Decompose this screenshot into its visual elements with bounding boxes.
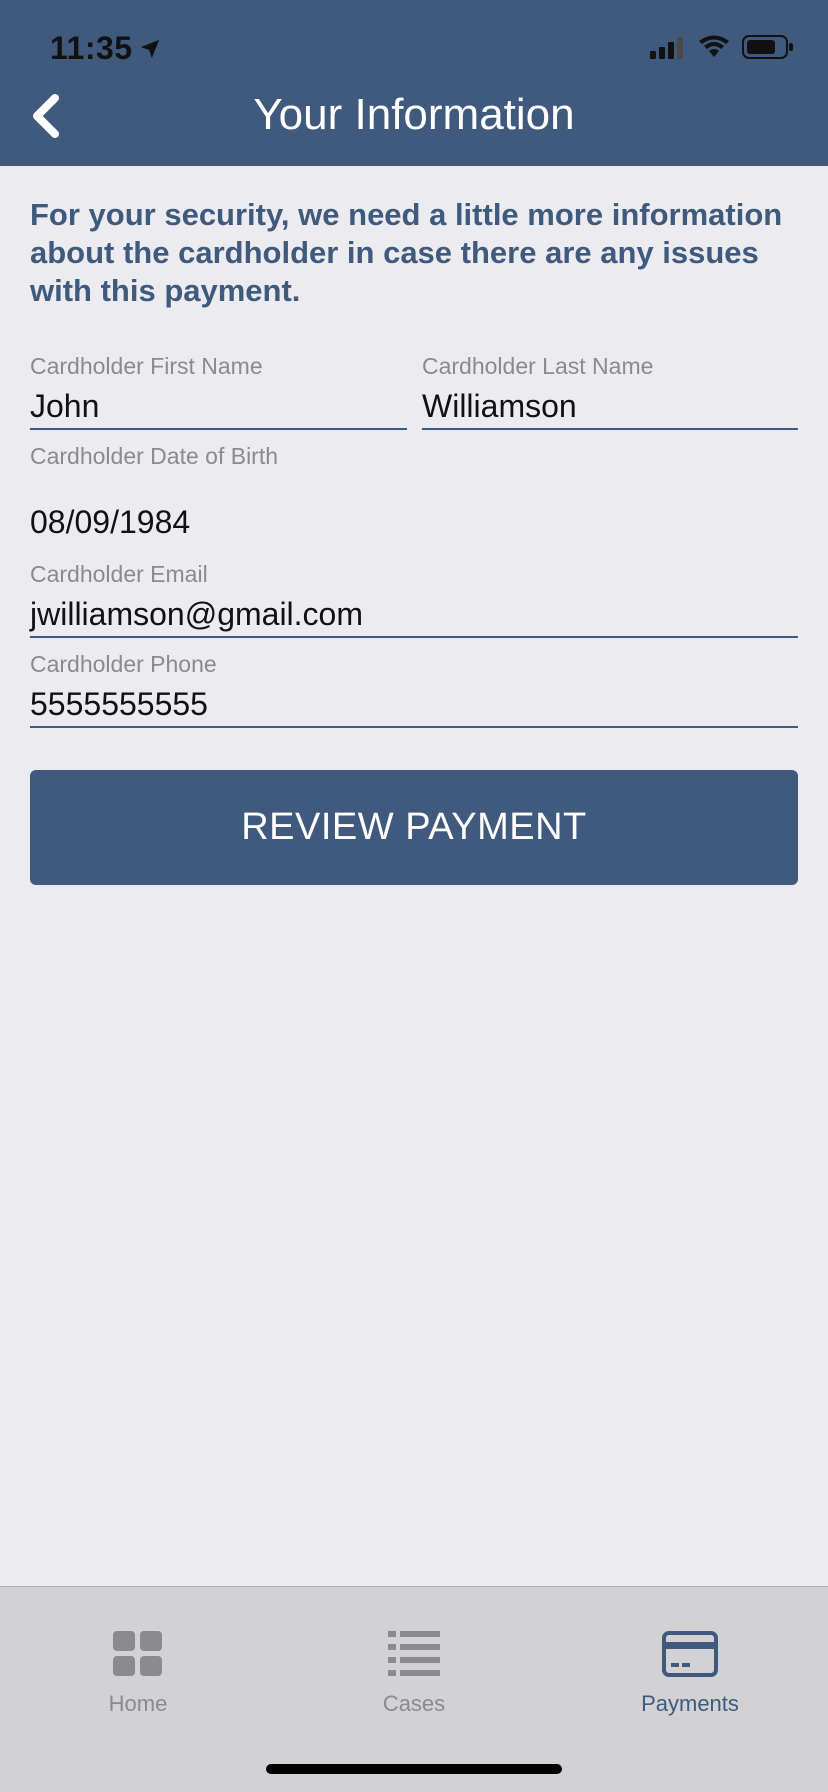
first-name-label: Cardholder First Name <box>30 353 263 379</box>
dob-input[interactable]: 08/09/1984 <box>30 502 798 544</box>
last-name-label: Cardholder Last Name <box>422 353 654 379</box>
last-name-field[interactable]: Cardholder Last Name Williamson <box>422 352 798 430</box>
email-label: Cardholder Email <box>30 561 208 587</box>
security-intro-text: For your security, we need a little more… <box>30 197 783 308</box>
first-name-field[interactable]: Cardholder First Name John <box>30 352 407 430</box>
status-time: 11:35 <box>50 30 161 67</box>
list-icon <box>388 1631 440 1676</box>
status-time-text: 11:35 <box>50 30 133 66</box>
phone-input[interactable]: 5555555555 <box>30 684 798 726</box>
credit-card-icon <box>662 1631 718 1677</box>
battery-icon <box>742 35 793 59</box>
wifi-icon <box>699 35 729 57</box>
tab-payments[interactable]: Payments <box>590 1631 790 1741</box>
last-name-underline <box>422 428 798 430</box>
phone-underline <box>30 726 798 728</box>
home-indicator <box>266 1764 562 1774</box>
screen: 11:35 Your Information For your security… <box>0 0 828 1792</box>
tab-home[interactable]: Home <box>38 1631 238 1741</box>
phone-field[interactable]: Cardholder Phone 5555555555 <box>30 650 798 728</box>
tab-cases-label: Cases <box>382 1691 446 1716</box>
email-underline <box>30 636 798 638</box>
grid-icon <box>113 1631 162 1676</box>
header-bar: 11:35 Your Information <box>0 0 828 166</box>
dob-field[interactable]: Cardholder Date of Birth 08/09/1984 <box>30 442 798 544</box>
tab-bar: Home Cases Payments <box>0 1586 828 1792</box>
phone-label: Cardholder Phone <box>30 651 217 677</box>
first-name-underline <box>30 428 407 430</box>
tab-payments-label: Payments <box>641 1691 739 1716</box>
email-input[interactable]: jwilliamson@gmail.com <box>30 594 798 636</box>
cellular-signal-icon <box>650 37 683 59</box>
first-name-input[interactable]: John <box>30 386 407 428</box>
tab-cases[interactable]: Cases <box>314 1631 514 1741</box>
location-arrow-icon <box>140 39 159 58</box>
tab-home-label: Home <box>108 1691 168 1716</box>
email-field[interactable]: Cardholder Email jwilliamson@gmail.com <box>30 560 798 638</box>
dob-label: Cardholder Date of Birth <box>30 443 279 469</box>
status-icons <box>650 34 794 60</box>
review-payment-button[interactable]: REVIEW PAYMENT <box>30 770 798 885</box>
page-title: Your Information <box>253 90 575 139</box>
last-name-input[interactable]: Williamson <box>422 386 798 428</box>
